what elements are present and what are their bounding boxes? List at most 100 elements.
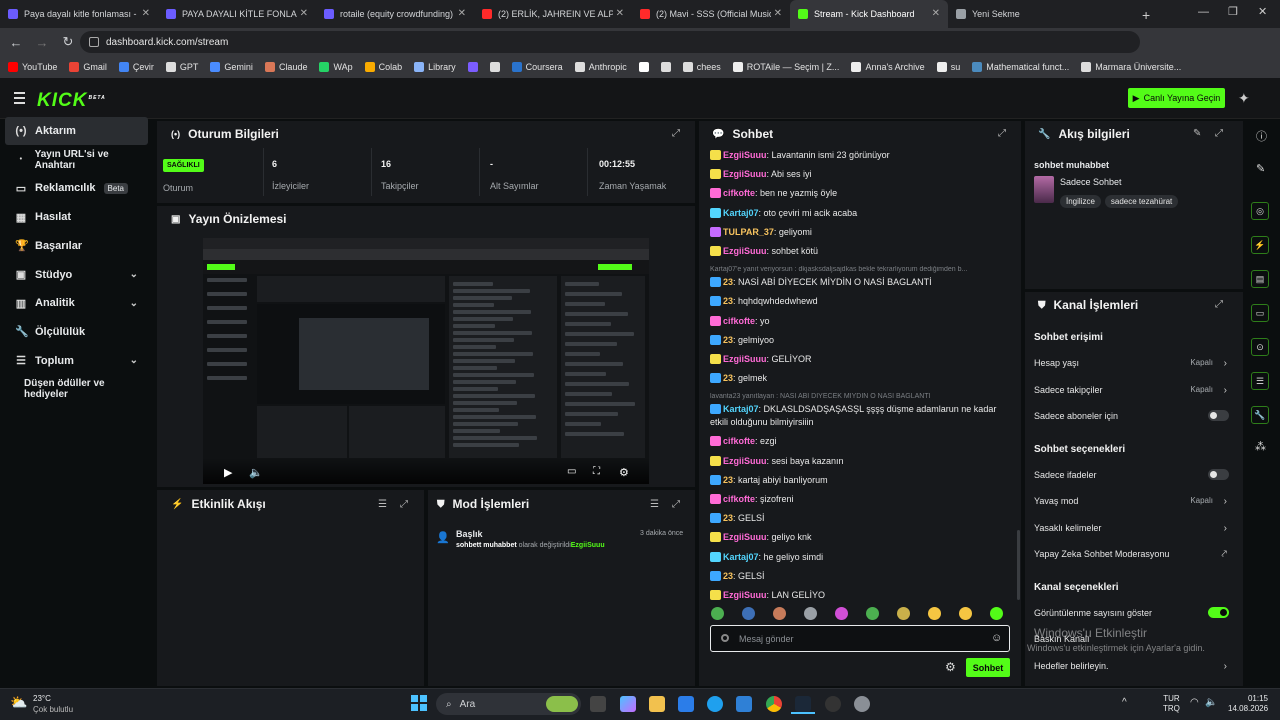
chat-message[interactable]: EzgiiSuuu: GELİYOR (710, 353, 1010, 366)
rail-camera-icon[interactable]: ◎ (1251, 202, 1269, 220)
sidebar-item-0[interactable]: (•) Aktarım (5, 117, 148, 145)
chat-username[interactable]: 23 (723, 571, 733, 581)
channel-option-row[interactable]: Hedefler belirleyin. › (1034, 661, 1229, 672)
session-expand-icon[interactable]: ⤢ (672, 128, 680, 139)
chat-username[interactable]: 23 (723, 475, 733, 485)
chat-message[interactable]: Kartaj07: oto çeviri mi acik acaba (710, 207, 1010, 220)
pip-icon[interactable]: ▭ (567, 466, 576, 477)
channel-option-row[interactable]: Yapay Zeka Sohbet Moderasyonu ⤤ (1034, 549, 1229, 560)
chat-message[interactable]: EzgiiSuuu: Abi ses iyi (710, 168, 1010, 181)
edge-icon[interactable] (707, 696, 723, 712)
windows-start-icon[interactable] (411, 695, 427, 711)
chat-username[interactable]: EzgiiSuuu (723, 169, 767, 179)
option-toggle[interactable] (1208, 410, 1229, 421)
rail-document-icon[interactable]: ▤ (1251, 270, 1269, 288)
chat-message[interactable]: cifkofte: yo (710, 315, 1010, 328)
emote-icon[interactable] (990, 607, 1003, 620)
chat-settings-icon[interactable]: ⚙ (945, 660, 956, 674)
browser-tab[interactable]: PAYA DAYALI KİTLE FONLAMAS✕ (158, 0, 316, 28)
fullscreen-icon[interactable]: ⛶ (593, 466, 600, 477)
mod-filter-icon[interactable]: ☰ (650, 499, 659, 510)
tab-close-icon[interactable]: ✕ (142, 8, 150, 19)
channel-option-row[interactable]: Sadece takipçiler Kapalı › (1034, 385, 1229, 396)
chat-message[interactable]: EzgiiSuuu: LAN GELİYO (710, 589, 1010, 600)
chevron-right-icon[interactable]: › (1224, 385, 1227, 396)
forward-icon[interactable]: → (32, 35, 52, 50)
bookmark-item[interactable]: YouTube (8, 62, 57, 72)
close-window-icon[interactable]: ✕ (1258, 5, 1267, 18)
rail-community-icon[interactable]: ⁂ (1255, 440, 1266, 453)
browser-tab[interactable]: (2) Mavi - SSS (Official Music V ✕ (632, 0, 790, 28)
bookmark-item[interactable] (660, 62, 671, 72)
kick-logo[interactable]: KICKBETA (37, 90, 106, 112)
go-live-button[interactable]: ▶ Canlı Yayına Geçin (1128, 88, 1225, 108)
site-info-icon[interactable] (89, 37, 99, 47)
emote-icon[interactable] (959, 607, 972, 620)
chat-username[interactable]: cifkofte (723, 188, 755, 198)
emoji-icon[interactable]: ☺ (991, 632, 1002, 644)
input-language[interactable]: TUR TRQ (1163, 694, 1180, 714)
bookmark-item[interactable]: Library (414, 62, 456, 72)
chat-username[interactable]: 23 (723, 373, 733, 383)
taskbar-search[interactable]: ⌕ Ara (436, 693, 581, 715)
chat-username[interactable]: EzgiiSuuu (723, 246, 767, 256)
chat-username[interactable]: Kartaj07 (723, 552, 759, 562)
bookmark-item[interactable]: Çevir (118, 62, 154, 72)
browser-tab[interactable]: rotaile (equity crowdfunding) ✕ (316, 0, 474, 28)
new-tab-icon[interactable]: + (1142, 7, 1150, 23)
sidebar-item-6[interactable]: ▥ Analitik ⌄ (5, 289, 148, 317)
chat-message[interactable]: cifkofte: ben ne yazmiş öyle (710, 187, 1010, 200)
tab-close-icon[interactable]: ✕ (932, 8, 940, 19)
chevron-down-icon[interactable]: ⌄ (130, 298, 138, 309)
chat-username[interactable]: 23 (723, 296, 733, 306)
emote-icon[interactable] (928, 607, 941, 620)
chat-message[interactable]: EzgiiSuuu: Lavantanin ismi 23 görünüyor (710, 149, 1010, 162)
sidebar-item-4[interactable]: 🏆 Başarılar (5, 232, 148, 260)
emote-icon[interactable] (711, 607, 724, 620)
tab-close-icon[interactable]: ✕ (616, 8, 624, 19)
chat-message[interactable]: EzgiiSuuu: sohbet kötü (710, 245, 1010, 258)
edit-pencil-icon[interactable]: ✎ (1193, 128, 1201, 139)
settings-icon[interactable]: ⚙ (619, 466, 629, 479)
mod-expand-icon[interactable]: ⤢ (672, 499, 680, 510)
emote-icon[interactable] (866, 607, 879, 620)
option-toggle[interactable] (1208, 606, 1229, 618)
external-link-icon[interactable]: ⤤ (1221, 549, 1227, 560)
bookmark-item[interactable]: Anthropic (574, 62, 627, 72)
chat-message[interactable]: 23: hqhdqwhdedwhewd (710, 295, 1010, 308)
chat-username[interactable]: 23 (723, 335, 733, 345)
play-icon[interactable]: ▶ (224, 466, 232, 479)
chat-message[interactable]: 23: GELSİ (710, 512, 1010, 525)
chat-message[interactable]: Kartaj07: DKLASLDSADŞAŞASŞL şşşş düşme a… (710, 403, 1010, 429)
chat-message[interactable]: 23: kartaj abiyi banliyorum (710, 474, 1010, 487)
chat-username[interactable]: 23 (723, 277, 733, 287)
bookmark-item[interactable]: Mathematical funct... (972, 62, 1069, 72)
chat-username[interactable]: EzgiiSuuu (723, 354, 767, 364)
chevron-right-icon[interactable]: › (1224, 358, 1227, 369)
rail-edit-icon[interactable]: ✎ (1256, 162, 1265, 175)
sidebar-item-9[interactable]: Düşen ödüller ve hediyeler (5, 375, 148, 403)
emote-icon[interactable] (835, 607, 848, 620)
chat-message[interactable]: TULPAR_37: geliyomi (710, 226, 1010, 239)
menu-hamburger-icon[interactable] (14, 92, 25, 104)
chat-message[interactable]: EzgiiSuuu: geliyo knk (710, 531, 1010, 544)
emote-icon[interactable] (804, 607, 817, 620)
file-explorer-icon[interactable] (649, 696, 665, 712)
rail-wrench-icon[interactable]: 🔧 (1251, 406, 1269, 424)
copilot-icon[interactable] (620, 696, 636, 712)
chevron-right-icon[interactable]: › (1224, 496, 1227, 507)
chat-username[interactable]: cifkofte (723, 436, 755, 446)
sidebar-item-2[interactable]: ▭ Reklamcılık Beta (5, 174, 148, 202)
browser-tab[interactable]: (2) ERLİK, JAHREIN VE ALPER Ç✕ (474, 0, 632, 28)
channel-option-row[interactable]: Sadece ifadeler (1034, 468, 1229, 480)
stream-info-expand-icon[interactable]: ⤢ (1215, 128, 1223, 139)
chrome-icon[interactable] (766, 696, 782, 712)
chevron-right-icon[interactable]: › (1224, 523, 1227, 534)
volume-icon[interactable]: 🔈 (249, 466, 263, 479)
channel-option-row[interactable]: Sadece aboneler için (1034, 410, 1229, 421)
browser-tab[interactable]: Stream - Kick Dashboard ✕ (790, 0, 948, 28)
bookmark-item[interactable]: chees (682, 62, 721, 72)
minimize-icon[interactable]: — (1198, 6, 1209, 18)
sidebar-item-7[interactable]: 🔧 Ölçülülük (5, 318, 148, 346)
bookmark-item[interactable]: Gmail (69, 62, 107, 72)
